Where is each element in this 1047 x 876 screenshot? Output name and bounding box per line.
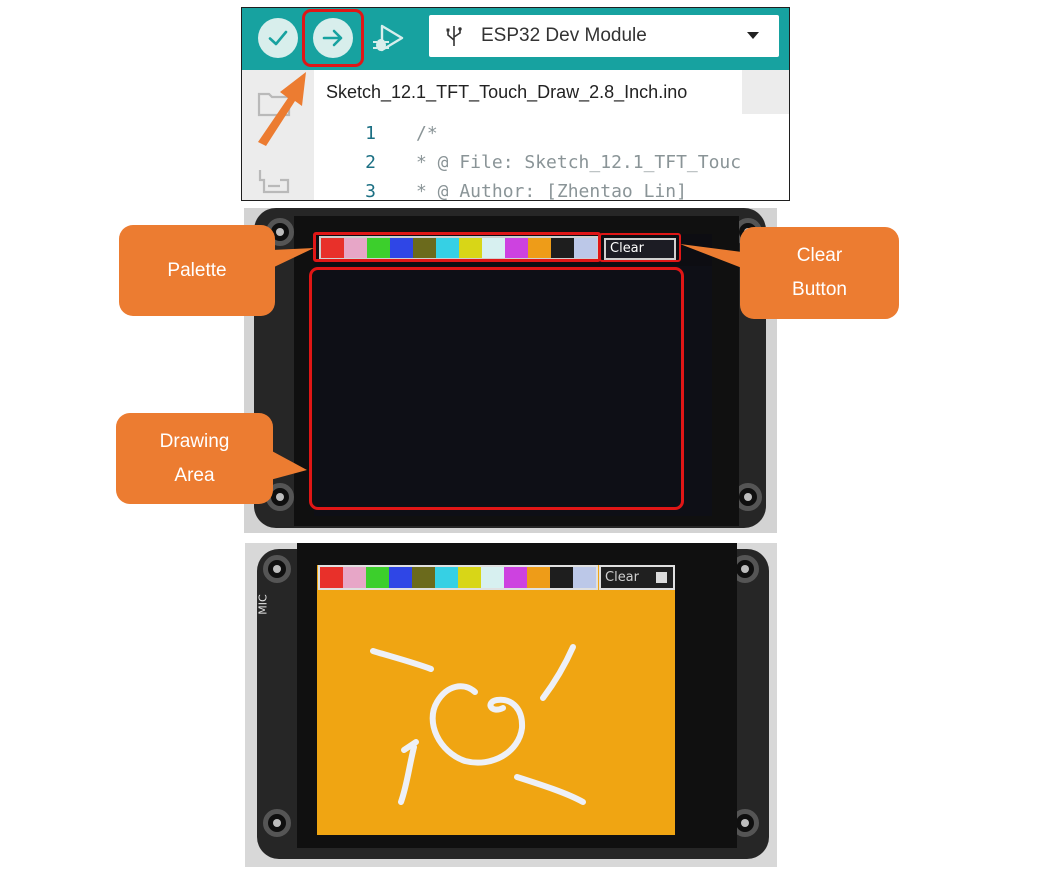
palette-swatch[interactable] (366, 567, 389, 588)
palette-swatch[interactable] (550, 567, 573, 588)
palette-swatch[interactable] (527, 567, 550, 588)
callout-text: Drawing (159, 430, 230, 452)
palette-swatch[interactable] (320, 567, 343, 588)
verify-button[interactable] (258, 18, 298, 58)
clear-button-label: Clear (605, 570, 639, 585)
clear-button[interactable]: Clear (599, 565, 675, 590)
orange-pointer-arrow-icon (258, 72, 306, 146)
checkmark-icon (268, 30, 288, 46)
line-number: 3 (365, 181, 376, 201)
device-photo-drawing: MIC Clear (245, 543, 777, 867)
line-number: 2 (365, 152, 376, 173)
code-text: * @ Author: [Zhentao Lin] (416, 181, 687, 201)
mount-hole (263, 555, 291, 583)
usb-icon (446, 26, 462, 46)
clear-button-highlight-frame (599, 233, 681, 262)
stroke (370, 648, 434, 672)
boards-manager-icon[interactable] (256, 166, 292, 196)
palette-swatch[interactable] (435, 567, 458, 588)
selected-color-indicator (656, 572, 667, 583)
code-text: /* (416, 123, 438, 144)
drawing-strokes (370, 644, 586, 805)
stroke (398, 744, 417, 805)
board-name: ESP32 Dev Module (481, 25, 647, 46)
drawing-area-highlight-frame (309, 267, 684, 510)
tft-screen: Clear (317, 565, 675, 835)
callout-text: Palette (167, 259, 227, 281)
stroke (429, 683, 526, 766)
board-selector[interactable]: ESP32 Dev Module (429, 15, 779, 57)
palette-swatch[interactable] (481, 567, 504, 588)
mic-label: MIC (256, 594, 270, 615)
mount-hole (263, 809, 291, 837)
palette-swatch[interactable] (412, 567, 435, 588)
color-palette (318, 565, 598, 590)
ide-toolbar: ESP32 Dev Module (242, 8, 789, 70)
palette-callout: Palette (119, 225, 275, 316)
palette-swatch[interactable] (573, 567, 596, 588)
palette-highlight-frame (313, 232, 601, 262)
drawing-area-callout: Drawing Area (116, 413, 273, 504)
debug-button[interactable] (368, 18, 408, 58)
palette-swatch[interactable] (389, 567, 412, 588)
callout-text: Area (174, 464, 215, 486)
drawing-area[interactable] (317, 590, 675, 835)
palette-swatch[interactable] (458, 567, 481, 588)
palette-swatch[interactable] (343, 567, 366, 588)
code-text: * @ File: Sketch_12.1_TFT_Touc (416, 152, 742, 173)
palette-swatch[interactable] (504, 567, 527, 588)
editor-tabbar: Sketch_12.1_TFT_Touch_Draw_2.8_Inch.ino (314, 70, 789, 114)
callout-text: Clear (796, 245, 843, 266)
stroke (540, 644, 576, 701)
chevron-down-icon[interactable] (747, 32, 759, 39)
debug-icon (373, 24, 404, 52)
stroke (514, 774, 586, 805)
upload-highlight-frame (302, 9, 364, 67)
callout-text: Button (792, 279, 847, 300)
arduino-ide-window: ESP32 Dev Module Sketch_12.1_TFT_Touch_D… (241, 7, 790, 201)
clear-button-callout: Clear Button (740, 227, 899, 319)
code-editor[interactable]: 1 /* 2 * @ File: Sketch_12.1_TFT_Touc 3 … (314, 114, 789, 200)
line-number: 1 (365, 123, 376, 144)
file-tab[interactable]: Sketch_12.1_TFT_Touch_Draw_2.8_Inch.ino (314, 70, 742, 114)
